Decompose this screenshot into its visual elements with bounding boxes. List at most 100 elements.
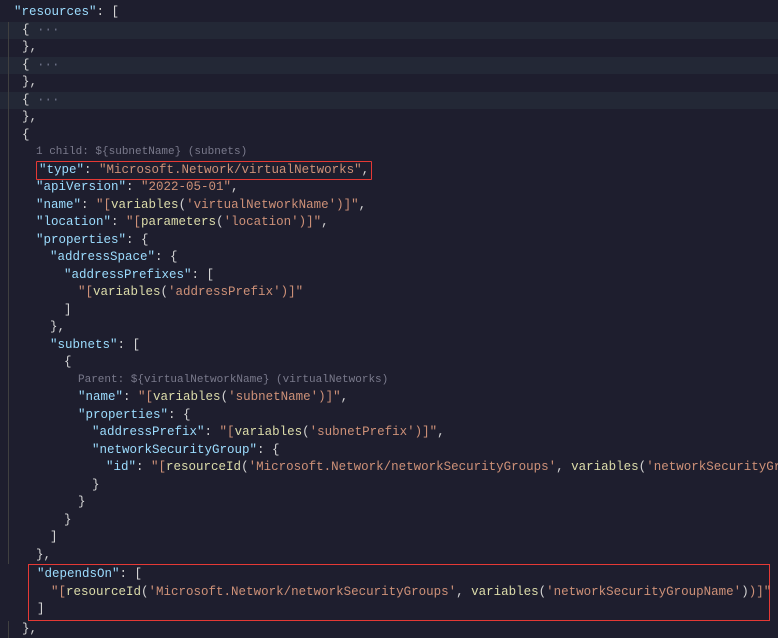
function-name: variables (471, 584, 539, 602)
json-key: "properties" (78, 407, 168, 425)
code-line[interactable]: ] (0, 529, 778, 547)
code-line[interactable]: }, (0, 39, 778, 57)
code-line[interactable]: } (0, 494, 778, 512)
json-key: "addressSpace" (50, 249, 155, 267)
punct: }, (22, 74, 37, 92)
json-string: "[ (96, 197, 111, 215)
collapsed-indicator[interactable]: ··· (30, 22, 60, 40)
code-line[interactable]: ] (29, 601, 767, 619)
punct: : (205, 424, 220, 442)
punct: : { (168, 407, 191, 425)
punct: : [ (192, 267, 215, 285)
code-line[interactable]: "addressPrefixes": [ (0, 267, 778, 285)
punct: }, (22, 39, 37, 57)
code-line-collapsed[interactable]: { ··· (0, 57, 778, 75)
code-line[interactable]: "addressSpace": { (0, 249, 778, 267)
json-string: "Microsoft.Network/virtualNetworks" (99, 163, 362, 177)
punct: : [ (97, 4, 120, 22)
json-string: "[ (138, 389, 153, 407)
json-string: 'subnetPrefix' (310, 424, 415, 442)
json-key: "location" (36, 214, 111, 232)
code-editor[interactable]: "resources": [ { ··· }, { ··· }, { ··· }… (0, 4, 778, 638)
json-string: "[ (220, 424, 235, 442)
code-line[interactable]: "dependsOn": [ (29, 566, 767, 584)
json-key: "type" (39, 163, 84, 177)
punct: , (341, 389, 349, 407)
punct: : (81, 197, 96, 215)
json-key: "id" (106, 459, 136, 477)
function-name: variables (93, 284, 161, 302)
json-string: 'addressPrefix' (168, 284, 281, 302)
code-line[interactable]: "[resourceId('Microsoft.Network/networkS… (29, 584, 767, 602)
json-string: )]" (318, 389, 341, 407)
code-line-collapsed[interactable]: { ··· (0, 92, 778, 110)
code-line[interactable]: "resources": [ (0, 4, 778, 22)
code-line[interactable]: "[variables('addressPrefix')]" (0, 284, 778, 302)
punct: : { (155, 249, 178, 267)
punct: : [ (120, 566, 143, 584)
json-string: )]" (336, 197, 359, 215)
json-key: "networkSecurityGroup" (92, 442, 257, 460)
json-key: "addressPrefix" (92, 424, 205, 442)
punct: }, (22, 109, 37, 127)
punct: : [ (118, 337, 141, 355)
json-string: "[ (151, 459, 166, 477)
punct: : (111, 214, 126, 232)
function-name: parameters (141, 214, 216, 232)
json-string: 'location' (224, 214, 299, 232)
code-line[interactable]: }, (0, 109, 778, 127)
punct: ] (37, 601, 45, 619)
code-inlay-hint: 1 child: ${subnetName} (subnets) (0, 144, 778, 162)
json-string: 'Microsoft.Network/networkSecurityGroups… (149, 584, 457, 602)
code-line[interactable]: "addressPrefix": "[variables('subnetPref… (0, 424, 778, 442)
json-key: "apiVersion" (36, 179, 126, 197)
function-name: variables (571, 459, 639, 477)
punct: , (321, 214, 329, 232)
json-string: )]" (281, 284, 304, 302)
code-line[interactable]: }, (0, 319, 778, 337)
code-line[interactable]: "apiVersion": "2022-05-01", (0, 179, 778, 197)
punct: : (123, 389, 138, 407)
code-line[interactable]: { (0, 127, 778, 145)
code-line[interactable]: { (0, 354, 778, 372)
punct: }, (36, 547, 51, 565)
function-name: resourceId (166, 459, 241, 477)
code-line[interactable]: "subnets": [ (0, 337, 778, 355)
punct: { (22, 127, 30, 145)
code-line[interactable]: "networkSecurityGroup": { (0, 442, 778, 460)
json-key: "name" (78, 389, 123, 407)
code-line[interactable]: "properties": { (0, 232, 778, 250)
json-key: "properties" (36, 232, 126, 250)
code-line[interactable]: } (0, 512, 778, 530)
punct: , (362, 163, 370, 177)
code-line-collapsed[interactable]: { ··· (0, 22, 778, 40)
code-line[interactable]: ] (0, 302, 778, 320)
code-line[interactable]: "properties": { (0, 407, 778, 425)
code-line[interactable]: }, (0, 74, 778, 92)
code-line-highlighted[interactable]: "type": "Microsoft.Network/virtualNetwor… (0, 162, 778, 180)
json-string: )]" (299, 214, 322, 232)
code-line[interactable]: } (0, 477, 778, 495)
punct: { (22, 22, 30, 40)
code-line[interactable]: "id": "[resourceId('Microsoft.Network/ne… (0, 459, 778, 477)
highlight-box: "type": "Microsoft.Network/virtualNetwor… (36, 161, 372, 181)
code-line[interactable]: "name": "[variables('virtualNetworkName'… (0, 197, 778, 215)
punct: , (437, 424, 445, 442)
json-key: "dependsOn" (37, 566, 120, 584)
punct: } (78, 494, 86, 512)
collapsed-indicator[interactable]: ··· (30, 92, 60, 110)
code-line[interactable]: }, (0, 547, 778, 565)
json-key: "subnets" (50, 337, 118, 355)
json-string: )]" (749, 584, 772, 602)
code-line[interactable]: "location": "[parameters('location')]", (0, 214, 778, 232)
function-name: variables (235, 424, 303, 442)
collapsed-indicator[interactable]: ··· (30, 57, 60, 75)
code-inlay-hint: Parent: ${virtualNetworkName} (virtualNe… (0, 372, 778, 390)
punct: { (64, 354, 72, 372)
json-string: 'Microsoft.Network/networkSecurityGroups… (249, 459, 557, 477)
highlight-box-multiline: "dependsOn": [ "[resourceId('Microsoft.N… (28, 564, 770, 621)
code-line[interactable]: }, (0, 621, 778, 638)
punct: } (92, 477, 100, 495)
code-line[interactable]: "name": "[variables('subnetName')]", (0, 389, 778, 407)
json-key: "name" (36, 197, 81, 215)
